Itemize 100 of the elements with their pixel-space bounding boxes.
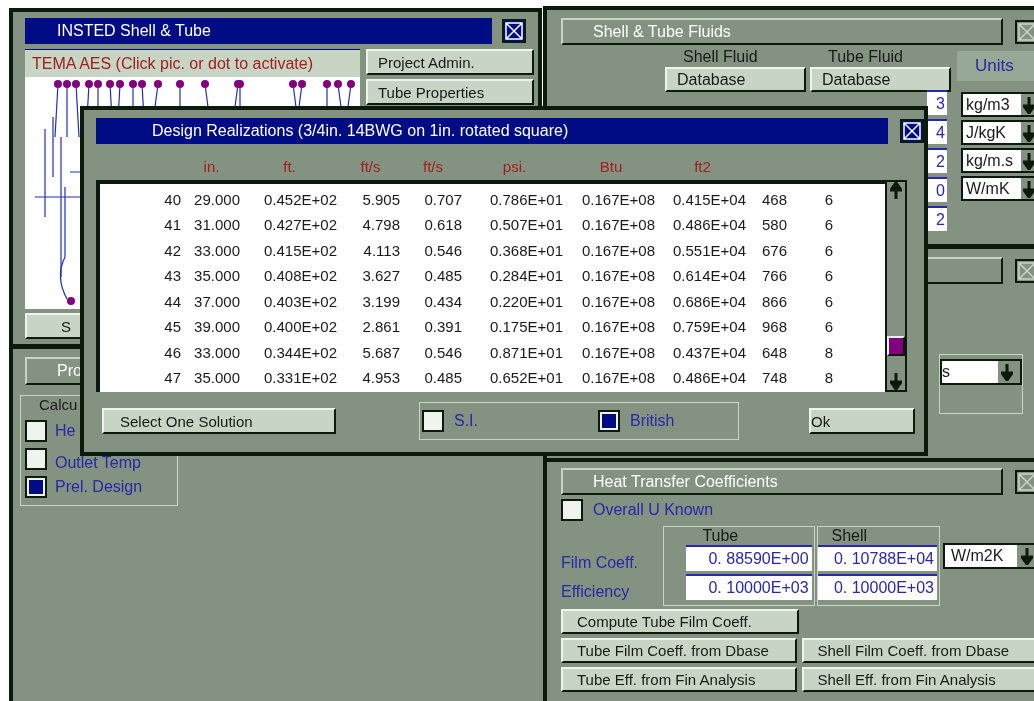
group-label: Tube bbox=[701, 527, 740, 545]
table-cell-text: 0.427E+02 bbox=[263, 215, 338, 235]
table-cell-text: 0.344E+02 bbox=[263, 342, 338, 363]
table-cell-text: 0.368E+01 bbox=[489, 240, 564, 261]
table-cell-text: 0.437E+04 bbox=[672, 342, 747, 363]
table-cell-text: 0.686E+04 bbox=[672, 291, 747, 312]
table-cell-text: 0.618 bbox=[423, 215, 463, 235]
table-cell-text: 0.331E+02 bbox=[263, 368, 338, 388]
table-cell-text: 766 bbox=[760, 266, 788, 286]
column-unit: ft2 bbox=[694, 156, 711, 177]
table-cell-text: 0.434 bbox=[423, 291, 463, 312]
table-cell-text: 676 bbox=[760, 240, 788, 261]
table-cell-text: 42 bbox=[163, 240, 182, 261]
table-cell-text: 33.000 bbox=[193, 342, 240, 363]
table-cell-text: 37.000 bbox=[193, 291, 240, 312]
radio-label: S.I. bbox=[454, 411, 478, 431]
table-cell-text: 0.707 bbox=[423, 189, 463, 210]
table-cell-text: 0.452E+02 bbox=[263, 189, 338, 210]
column-unit: Btu bbox=[599, 156, 623, 177]
window-title: Shell & Tube Fluids bbox=[561, 18, 1003, 45]
option-label: He bbox=[55, 420, 76, 441]
table-cell-text: 47 bbox=[163, 368, 182, 388]
table-cell-text: 6 bbox=[823, 291, 834, 312]
table-cell-text: 0.400E+02 bbox=[263, 317, 338, 337]
table-cell-text: 648 bbox=[760, 342, 788, 363]
table-cell-text: 580 bbox=[760, 215, 788, 235]
table-cell-text: 6 bbox=[823, 215, 834, 235]
row-label: Efficiency bbox=[561, 581, 631, 602]
table-cell-text: 0.485 bbox=[423, 368, 463, 388]
table-cell-text: 0.551E+04 bbox=[672, 240, 747, 261]
table-cell-text: 40 bbox=[163, 189, 182, 210]
table-cell-text: 0.167E+08 bbox=[581, 189, 656, 210]
table-cell-text: 0.546 bbox=[423, 240, 463, 261]
units-label: Units bbox=[957, 51, 1034, 81]
table-cell-text: 0.167E+08 bbox=[581, 317, 656, 337]
table-cell-text: 33.000 bbox=[193, 240, 240, 261]
table-cell-text: 5.687 bbox=[361, 342, 401, 363]
table-cell-text: 0.175E+01 bbox=[489, 317, 564, 337]
table-cell-text: 6 bbox=[823, 317, 834, 337]
table-cell-text: 0.167E+08 bbox=[581, 215, 656, 235]
table-cell-text: 44 bbox=[163, 291, 182, 312]
table-cell-text: 45 bbox=[163, 317, 182, 337]
table-cell-text: 0.167E+08 bbox=[581, 368, 656, 388]
table-cell-text: 0.284E+01 bbox=[489, 266, 564, 286]
table-cell-text: 8 bbox=[823, 368, 834, 388]
table-cell-text: 0.415E+04 bbox=[672, 189, 747, 210]
table-cell-text: 2.861 bbox=[361, 317, 401, 337]
table-cell-text: 0.486E+04 bbox=[672, 215, 747, 235]
table-cell-text: 0.652E+01 bbox=[489, 368, 564, 388]
column-unit: ft/s bbox=[423, 156, 443, 177]
table-cell-text: 41 bbox=[163, 215, 182, 235]
table-cell-text: 0.507E+01 bbox=[489, 215, 564, 235]
table-cell-text: 0.759E+04 bbox=[672, 317, 747, 337]
table-cell-text: 3.199 bbox=[361, 291, 401, 312]
table-cell-text: 43 bbox=[163, 266, 182, 286]
option-label: Prel. Design bbox=[55, 476, 143, 497]
table-cell-text: 4.953 bbox=[361, 368, 401, 388]
group-label: Shell bbox=[830, 527, 869, 545]
table-cell-text: 0.415E+02 bbox=[263, 240, 338, 261]
table-cell-text: 4.798 bbox=[361, 215, 401, 235]
fluid-label: Shell Fluid bbox=[682, 47, 759, 67]
table-cell-text: 0.167E+08 bbox=[581, 266, 656, 286]
table-cell-text: 35.000 bbox=[193, 368, 240, 388]
table-cell-text: 0.486E+04 bbox=[672, 368, 747, 388]
option-label: Outlet Temp bbox=[55, 452, 141, 473]
table-cell-text: 0.485 bbox=[423, 266, 463, 286]
table-cell-text: 3.627 bbox=[361, 266, 401, 286]
fluid-label: Tube Fluid bbox=[827, 47, 904, 67]
table-cell-text: 0.614E+04 bbox=[672, 266, 747, 286]
checkbox-label: Overall U Known bbox=[593, 500, 714, 520]
group-label: Calcu bbox=[38, 395, 79, 415]
table-cell-text: 31.000 bbox=[193, 215, 240, 235]
table-cell-text: 29.000 bbox=[193, 189, 240, 210]
column-unit: in. bbox=[203, 156, 220, 177]
table-cell-text: 0.167E+08 bbox=[581, 240, 656, 261]
window-title: INSTED Shell & Tube bbox=[25, 18, 493, 44]
table-cell-text: 46 bbox=[163, 342, 182, 363]
radio-label: British bbox=[630, 411, 675, 431]
table-cell-text: 8 bbox=[823, 342, 834, 363]
window-title: Heat Transfer Coefficients bbox=[561, 468, 1004, 495]
table-cell-text: 468 bbox=[760, 189, 788, 210]
row-label: Film Coeff. bbox=[561, 552, 640, 573]
table-cell-text: 39.000 bbox=[193, 317, 240, 337]
table-cell-text: 0.403E+02 bbox=[263, 291, 338, 312]
table-cell-text: 0.167E+08 bbox=[581, 291, 656, 312]
dialog-title: Design Realizations (3/4in. 14BWG on 1in. rotated square) bbox=[96, 118, 888, 144]
table-cell-text: 968 bbox=[760, 317, 788, 337]
table-cell-text: 6 bbox=[823, 189, 834, 210]
column-unit: ft. bbox=[283, 156, 296, 177]
table-cell-text: 0.391 bbox=[423, 317, 463, 337]
table-cell-text: 0.167E+08 bbox=[581, 342, 656, 363]
table-cell-text: 0.408E+02 bbox=[263, 266, 338, 286]
table-cell-text: 0.220E+01 bbox=[489, 291, 564, 312]
column-unit: psi. bbox=[502, 156, 527, 177]
exchanger-label: TEMA AES (Click pic. or dot to activate) bbox=[25, 49, 360, 77]
table-cell-text: 5.905 bbox=[361, 189, 401, 210]
table-cell-text: 35.000 bbox=[193, 266, 240, 286]
table-cell-text: 866 bbox=[760, 291, 788, 312]
table-cell-text: 0.546 bbox=[423, 342, 463, 363]
table-cell-text: 4.113 bbox=[362, 240, 401, 261]
